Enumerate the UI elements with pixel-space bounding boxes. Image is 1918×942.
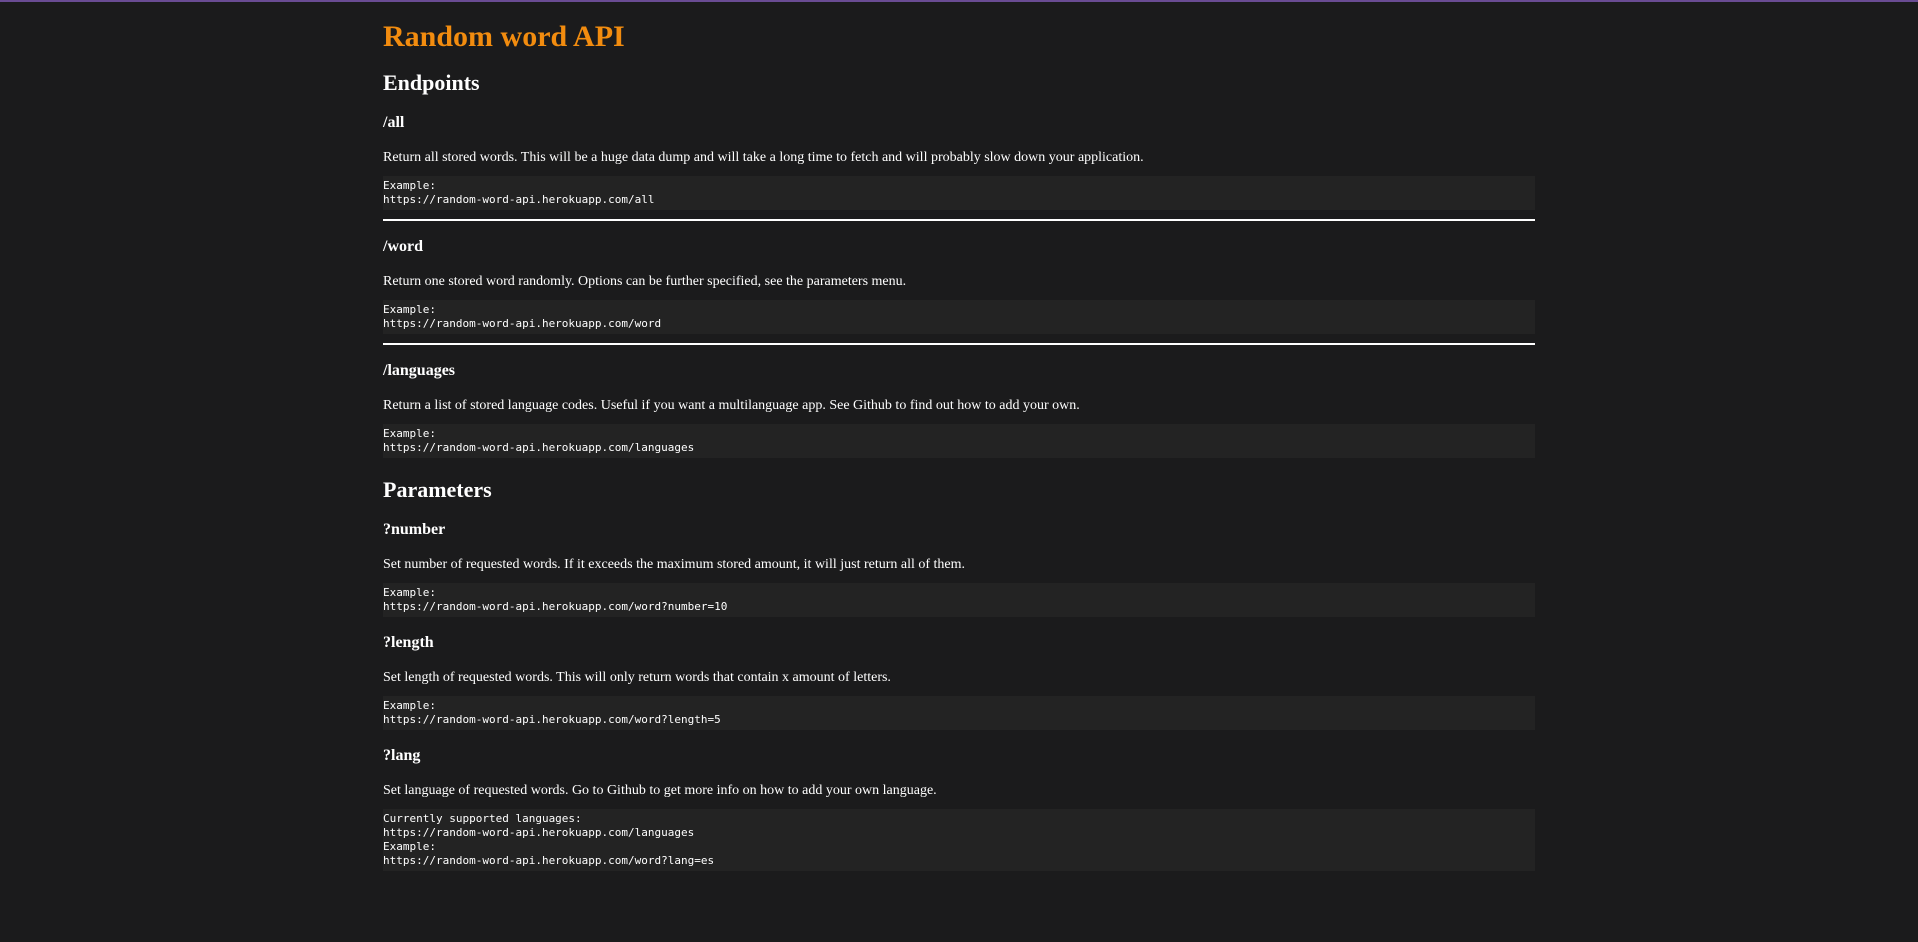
divider	[383, 343, 1535, 345]
supported-languages-label: Currently supported languages:	[383, 812, 582, 825]
endpoint-description: Return all stored words. This will be a …	[383, 150, 1144, 165]
endpoint-word: /word Return one stored word randomly. O…	[383, 237, 1535, 334]
page-title: Random word API	[383, 20, 625, 53]
parameter-length: ?length Set length of requested words. T…	[383, 633, 1535, 730]
endpoint-name: /all	[383, 114, 405, 131]
parameter-number: ?number Set number of requested words. I…	[383, 520, 1535, 617]
example-label: Example:	[383, 179, 436, 192]
example-label: Example:	[383, 427, 436, 440]
parameter-lang: ?lang Set language of requested words. G…	[383, 746, 1535, 871]
example-code-block[interactable]: Example: https://random-word-api.herokua…	[383, 300, 1535, 334]
example-label: Example:	[383, 303, 436, 316]
parameter-description: Set number of requested words. If it exc…	[383, 557, 966, 572]
supported-languages-url[interactable]: https://random-word-api.herokuapp.com/la…	[383, 826, 694, 839]
example-url[interactable]: https://random-word-api.herokuapp.com/wo…	[383, 317, 661, 330]
endpoint-all: /all Return all stored words. This will …	[383, 113, 1535, 210]
example-label: Example:	[383, 586, 436, 599]
example-code-block[interactable]: Example: https://random-word-api.herokua…	[383, 176, 1535, 210]
endpoint-description: Return one stored word randomly. Options…	[383, 274, 907, 289]
parameter-description: Set language of requested words. Go to G…	[383, 783, 937, 798]
parameters-heading: Parameters	[383, 477, 492, 502]
main-content: Random word API Endpoints /all Return al…	[383, 0, 1535, 871]
parameter-name: ?number	[383, 521, 446, 538]
endpoint-description: Return a list of stored language codes. …	[383, 398, 1080, 413]
endpoint-languages: /languages Return a list of stored langu…	[383, 361, 1535, 458]
parameter-description: Set length of requested words. This will…	[383, 670, 891, 685]
example-code-block[interactable]: Example: https://random-word-api.herokua…	[383, 583, 1535, 617]
divider	[383, 219, 1535, 221]
example-url[interactable]: https://random-word-api.herokuapp.com/wo…	[383, 713, 721, 726]
example-url[interactable]: https://random-word-api.herokuapp.com/al…	[383, 193, 655, 206]
example-code-block[interactable]: Example: https://random-word-api.herokua…	[383, 424, 1535, 458]
example-url[interactable]: https://random-word-api.herokuapp.com/wo…	[383, 854, 714, 867]
parameter-name: ?lang	[383, 747, 421, 764]
example-url[interactable]: https://random-word-api.herokuapp.com/la…	[383, 441, 694, 454]
example-url[interactable]: https://random-word-api.herokuapp.com/wo…	[383, 600, 727, 613]
example-code-block[interactable]: Example: https://random-word-api.herokua…	[383, 696, 1535, 730]
endpoints-heading: Endpoints	[383, 70, 480, 95]
endpoint-name: /languages	[383, 362, 456, 379]
example-label: Example:	[383, 840, 436, 853]
endpoint-name: /word	[383, 238, 423, 255]
example-label: Example:	[383, 699, 436, 712]
parameter-name: ?length	[383, 634, 434, 651]
example-code-block[interactable]: Currently supported languages: https://r…	[383, 809, 1535, 871]
